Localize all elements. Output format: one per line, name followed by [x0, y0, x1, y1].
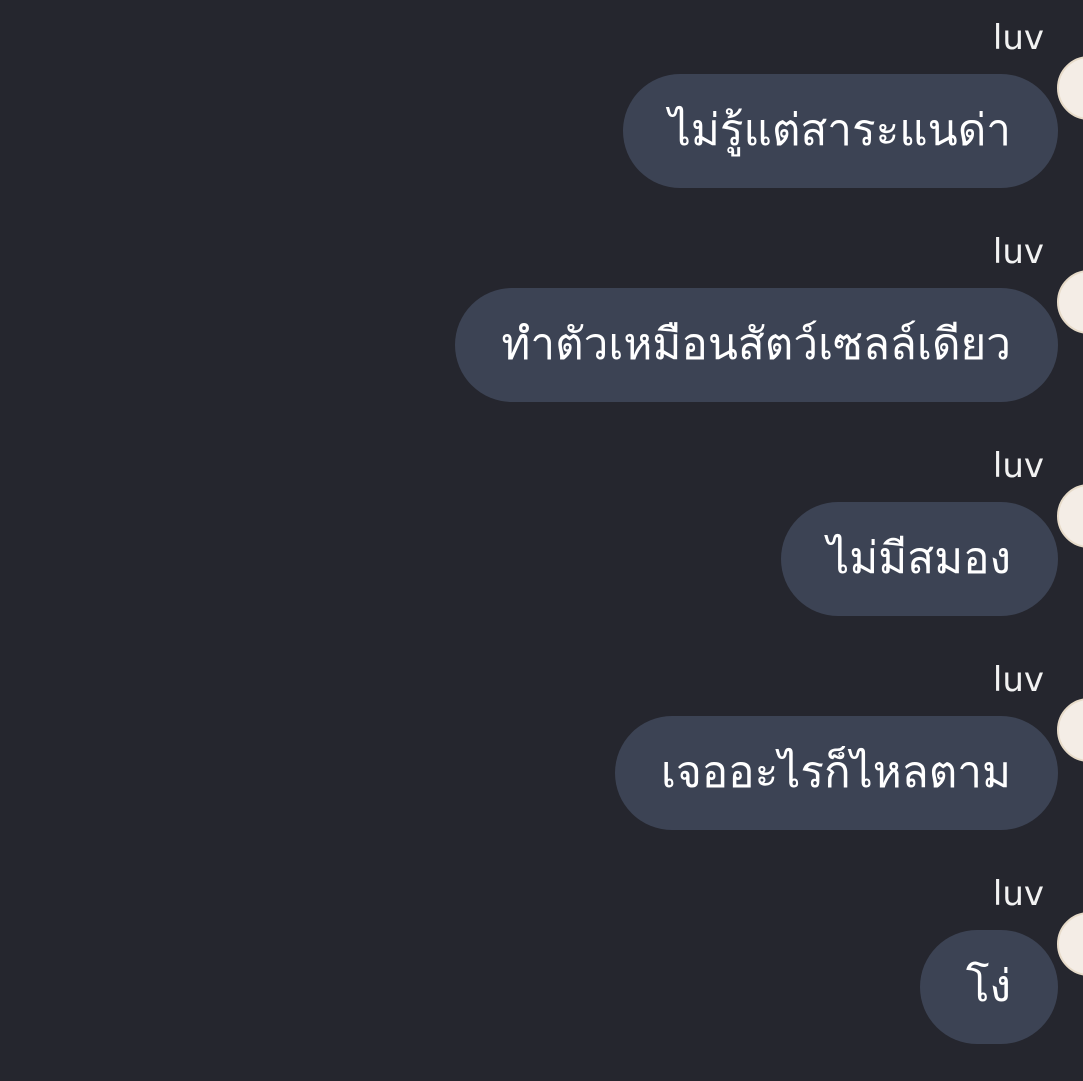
- message-group: luv ทำตัวเหมือนสัตว์เซลล์เดียว: [0, 232, 1083, 402]
- avatar[interactable]: [1057, 484, 1083, 548]
- message-bubble[interactable]: ไม่รู้แต่สาระแนด่า: [622, 74, 1058, 188]
- message-bubble[interactable]: โง่: [919, 930, 1058, 1044]
- message-group: luv เจออะไรก็ไหลตาม: [0, 660, 1083, 830]
- message-bubble[interactable]: ไม่มีสมอง: [781, 502, 1058, 616]
- sender-name: luv: [992, 874, 1044, 914]
- message-group: luv ไม่รู้แต่สาระแนด่า: [0, 18, 1083, 188]
- message-group: luv โง่: [0, 874, 1083, 1044]
- sender-name: luv: [992, 232, 1044, 272]
- message-group: luv ไม่มีสมอง: [0, 446, 1083, 616]
- avatar[interactable]: [1057, 270, 1083, 334]
- sender-name: luv: [992, 660, 1044, 700]
- chat-thread: luv ไม่รู้แต่สาระแนด่า luv ทำตัวเหมือนสั…: [0, 0, 1083, 1081]
- message-bubble[interactable]: เจออะไรก็ไหลตาม: [614, 716, 1058, 830]
- sender-name: luv: [992, 446, 1044, 486]
- avatar[interactable]: [1057, 56, 1083, 120]
- sender-name: luv: [992, 18, 1044, 58]
- message-bubble[interactable]: ทำตัวเหมือนสัตว์เซลล์เดียว: [455, 288, 1058, 402]
- avatar[interactable]: [1057, 912, 1083, 976]
- avatar[interactable]: [1057, 698, 1083, 762]
